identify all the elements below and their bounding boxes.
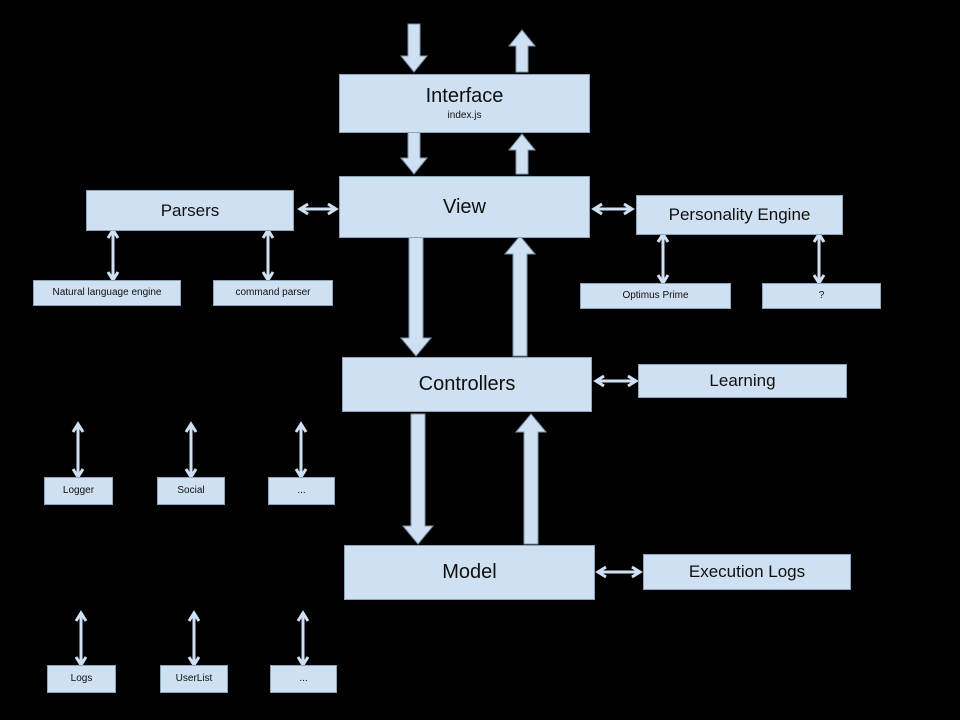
arrow-interface-to-view-down xyxy=(399,131,429,175)
arrow-model-execution-logs xyxy=(595,565,643,579)
node-logger[interactable]: Logger xyxy=(44,477,113,505)
arrow-userlist-up xyxy=(187,610,201,668)
node-command-parser-title: command parser xyxy=(235,287,311,299)
arrow-into-interface-down xyxy=(399,23,429,73)
node-learning[interactable]: Learning xyxy=(638,364,847,398)
arrow-personality-unknown xyxy=(812,231,826,286)
node-unknown-persona-title: ? xyxy=(818,290,825,302)
node-social-title: Social xyxy=(177,485,205,497)
arrow-controllers-learning xyxy=(593,374,639,388)
node-model[interactable]: Model xyxy=(344,545,595,600)
node-userlist-title: UserList xyxy=(175,673,213,685)
arrow-model-more-up xyxy=(296,610,310,668)
node-model-more-title: ... xyxy=(299,673,308,685)
diagram-canvas: Interface index.js View Parsers Personal… xyxy=(0,0,960,720)
node-social[interactable]: Social xyxy=(157,477,225,505)
arrow-model-to-controllers-up xyxy=(514,413,548,545)
node-view-title: View xyxy=(443,195,486,218)
arrow-controllers-to-model-down xyxy=(401,413,435,545)
arrow-out-of-interface-up xyxy=(507,29,537,73)
arrow-parsers-nl-engine xyxy=(106,227,120,283)
node-natural-language-engine-title: Natural language engine xyxy=(52,287,162,299)
node-personality-engine[interactable]: Personality Engine xyxy=(636,195,843,235)
node-controllers-title: Controllers xyxy=(418,373,516,395)
node-optimus-prime-title: Optimus Prime xyxy=(622,290,689,302)
arrow-controller-more-up xyxy=(294,421,308,480)
node-parsers-title: Parsers xyxy=(160,200,220,220)
node-unknown-persona[interactable]: ? xyxy=(762,283,881,309)
node-view[interactable]: View xyxy=(339,176,590,238)
arrow-view-to-controllers-down xyxy=(399,235,433,357)
node-interface-title: Interface xyxy=(425,85,504,108)
node-parsers[interactable]: Parsers xyxy=(86,190,294,231)
node-model-title: Model xyxy=(442,561,497,583)
node-optimus-prime[interactable]: Optimus Prime xyxy=(580,283,731,309)
node-controller-more-title: ... xyxy=(297,485,306,497)
node-controllers[interactable]: Controllers xyxy=(342,357,592,412)
node-logs-title: Logs xyxy=(70,673,93,685)
arrow-logs-up xyxy=(74,610,88,668)
node-logs[interactable]: Logs xyxy=(47,665,116,693)
node-userlist[interactable]: UserList xyxy=(160,665,228,693)
node-controller-more[interactable]: ... xyxy=(268,477,335,505)
node-command-parser[interactable]: command parser xyxy=(213,280,333,306)
arrow-social-up xyxy=(184,421,198,480)
node-execution-logs[interactable]: Execution Logs xyxy=(643,554,851,590)
arrow-parsers-view xyxy=(297,202,339,216)
arrow-controllers-to-view-up xyxy=(503,235,537,357)
arrow-logger-up xyxy=(71,421,85,480)
node-learning-title: Learning xyxy=(709,371,776,391)
arrow-personality-optimus xyxy=(656,231,670,286)
node-logger-title: Logger xyxy=(62,485,95,497)
arrow-view-personality xyxy=(591,202,635,216)
node-natural-language-engine[interactable]: Natural language engine xyxy=(33,280,181,306)
node-interface[interactable]: Interface index.js xyxy=(339,74,590,133)
node-personality-engine-title: Personality Engine xyxy=(668,205,811,225)
arrow-view-to-interface-up xyxy=(507,133,537,175)
node-model-more[interactable]: ... xyxy=(270,665,337,693)
arrow-parsers-command-parser xyxy=(261,227,275,283)
node-interface-subtitle: index.js xyxy=(447,110,482,122)
node-execution-logs-title: Execution Logs xyxy=(688,562,806,582)
